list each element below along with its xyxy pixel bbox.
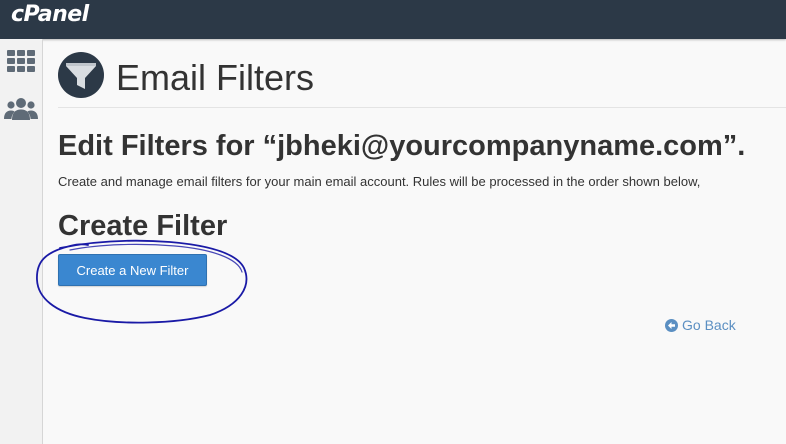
go-back-link[interactable]: Go Back <box>665 317 736 333</box>
create-filter-heading: Create Filter <box>58 210 228 242</box>
cpanel-logo[interactable]: cPanel <box>11 1 89 29</box>
main-content: Email Filters Edit Filters for “jbheki@y… <box>43 39 786 444</box>
users-icon[interactable] <box>4 94 38 124</box>
top-header-bar: cPanel <box>0 0 786 39</box>
title-divider <box>58 107 786 108</box>
create-new-filter-button[interactable]: Create a New Filter <box>58 254 207 286</box>
grid-icon[interactable] <box>4 47 38 77</box>
edit-filters-heading: Edit Filters for “jbheki@yourcompanyname… <box>58 130 746 162</box>
page-title: Email Filters <box>116 57 315 98</box>
funnel-icon <box>57 51 105 99</box>
go-back-label: Go Back <box>682 317 736 333</box>
description-text: Create and manage email filters for your… <box>58 174 701 189</box>
sidebar <box>0 39 43 444</box>
arrow-left-circle-icon <box>665 318 678 332</box>
